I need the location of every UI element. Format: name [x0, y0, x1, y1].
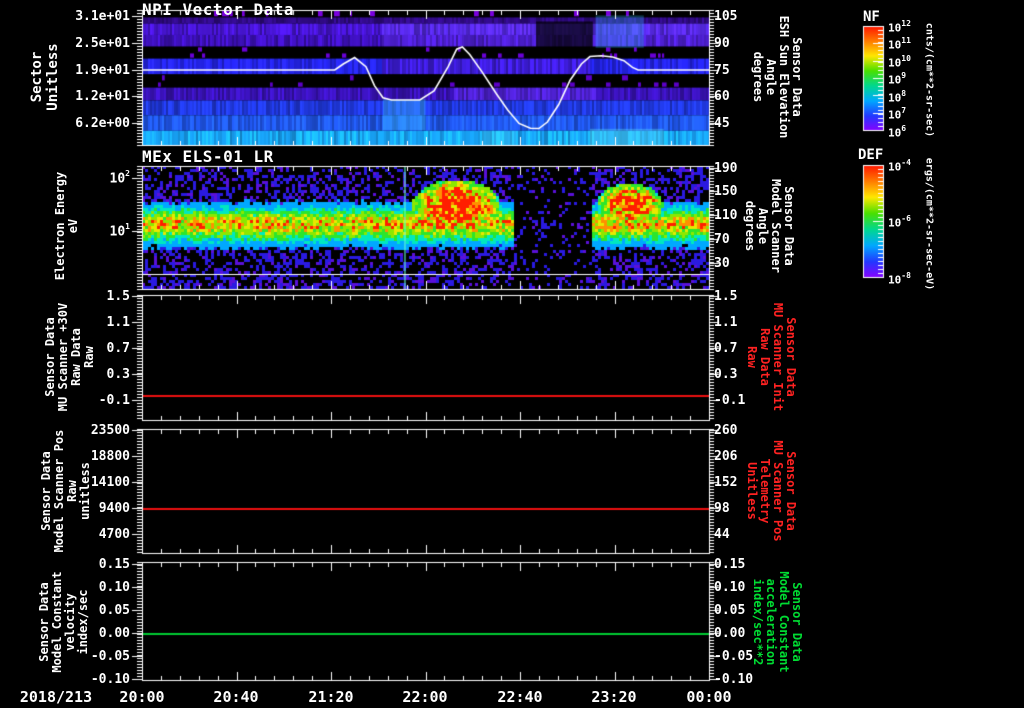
colorbar-nf-title: NF [863, 9, 880, 25]
x-tick: 20:40 [213, 688, 259, 706]
x-tick: 20:00 [119, 688, 165, 706]
p4-rtick: 260 [714, 423, 738, 438]
cb-nf-tick: 1011 [888, 36, 911, 52]
colorbar-nf-unit: cnts/(cm**2-sr-sec) [923, 22, 935, 138]
colorbar-def-unit: ergs/(cm**2-sr-sec-eV) [923, 157, 935, 291]
x-tick: 21:20 [308, 688, 354, 706]
cb-def-tick: 10-8 [888, 271, 911, 287]
x-tick: 00:00 [686, 688, 732, 706]
p1-ytick: 6.2e+00 [75, 116, 130, 131]
cb-def-tick: 10-6 [888, 214, 911, 230]
cb-nf-tick: 108 [888, 89, 907, 105]
cb-def-tick: 10-4 [888, 158, 911, 174]
p1-ytick: 3.1e+01 [75, 9, 130, 24]
p1-ytick: 1.9e+01 [75, 63, 130, 78]
cb-nf-tick: 106 [888, 124, 907, 140]
p1-raxis-title: Sensor Data ESH Sun Elevation Angle degrees [751, 15, 804, 139]
p5-raxis-title: Sensor Data Model Constant acceleration ind… [751, 571, 804, 673]
p5-rtick: 0.15 [714, 557, 746, 572]
x-tick: 23:20 [591, 688, 637, 706]
p3-ytick: 1.5 [106, 289, 130, 304]
panel1-title: NPI Vector Data [142, 0, 294, 19]
colorbar-def-title: DEF [858, 147, 884, 163]
p5-yaxis-title: Sensor Data Model Constant velocity index/s… [37, 571, 90, 673]
x-tick: 22:40 [497, 688, 543, 706]
p5-ytick: -0.10 [90, 672, 130, 687]
x-tick: 22:00 [402, 688, 448, 706]
cb-nf-tick: 107 [888, 106, 907, 122]
cb-nf-tick: 1010 [888, 54, 911, 70]
p3-raxis-title: Sensor Data MU Scanner Init Raw Data Raw [745, 302, 798, 412]
plot-canvas [0, 0, 1024, 708]
p2-rtick: 190 [714, 161, 738, 176]
p2-yaxis-title: Electron Energy eV [53, 171, 80, 281]
p4-raxis-title: Sensor Data MU Scanner Pos Telemetry Unitle… [745, 440, 798, 542]
p5-ytick: 0.15 [98, 557, 130, 572]
p4-yaxis-title: Sensor Data Model Scanner Pos Raw unitless [39, 429, 92, 553]
plot-figure: NPI Vector Data MEx ELS-01 LR 3.1e+01 2.… [0, 0, 1024, 708]
p1-yaxis-title: Sector Unitless [29, 43, 61, 111]
p5-rtick: -0.10 [714, 672, 754, 687]
cb-nf-tick: 1012 [888, 19, 911, 35]
cb-nf-tick: 109 [888, 71, 907, 87]
p3-yaxis-title: Sensor Data MU Scanner +30V Raw Data Raw [43, 302, 96, 412]
p1-ytick: 1.2e+01 [75, 89, 130, 104]
p3-rtick: 1.5 [714, 289, 738, 304]
p2-raxis-title: Sensor Data Model Scanner Angle degrees [743, 179, 796, 273]
p1-ytick: 2.5e+01 [75, 36, 130, 51]
panel2-title: MEx ELS-01 LR [142, 147, 274, 166]
date-label: 2018/213 [19, 688, 93, 706]
